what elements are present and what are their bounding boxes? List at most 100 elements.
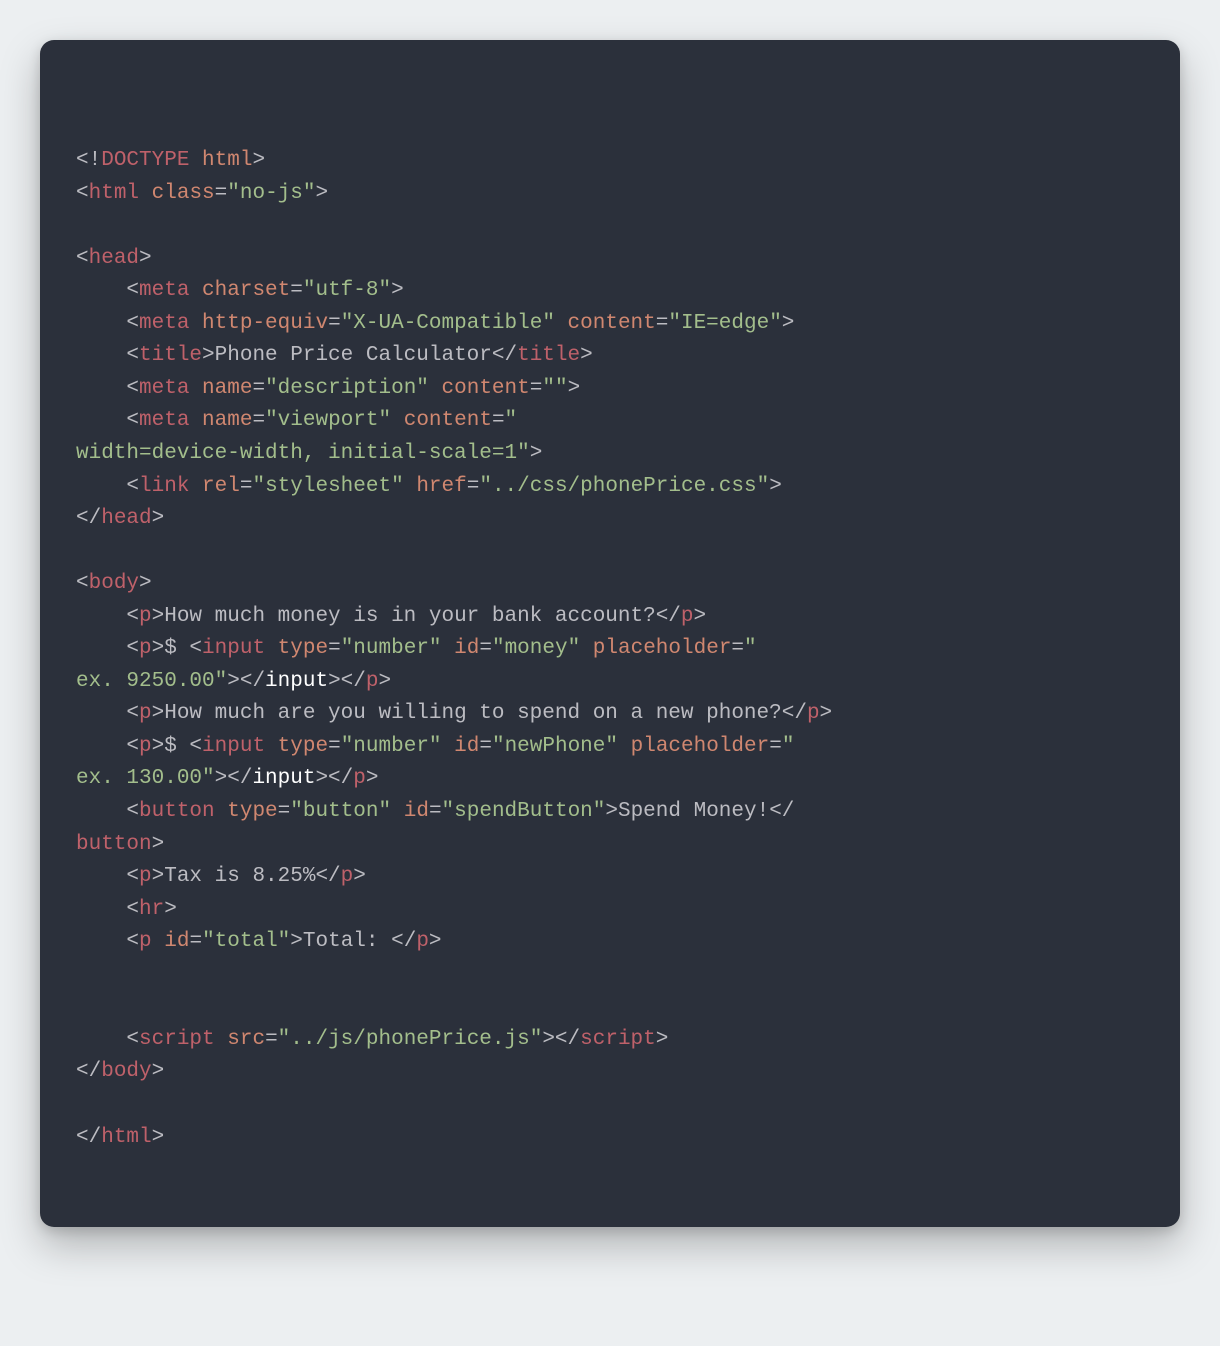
- code-token: </: [76, 507, 101, 530]
- code-token: =: [252, 377, 265, 400]
- code-token: id: [454, 637, 479, 660]
- code-token: content: [568, 312, 656, 335]
- code-token: input: [202, 637, 265, 660]
- code-token: <: [76, 898, 139, 921]
- code-token: >$ <: [152, 637, 202, 660]
- code-token: charset: [202, 279, 290, 302]
- code-token: "no-js": [227, 182, 315, 205]
- code-token: >: [694, 605, 707, 628]
- code-token: </: [76, 1060, 101, 1083]
- code-token: [189, 149, 202, 172]
- code-token: id: [404, 800, 429, 823]
- code-token: >: [656, 1028, 669, 1051]
- code-token: ></: [315, 767, 353, 790]
- code-token: >: [429, 930, 442, 953]
- code-token: <: [76, 409, 139, 432]
- code-token: <: [76, 279, 139, 302]
- code-token: "spendButton": [442, 800, 606, 823]
- code-token: =: [479, 637, 492, 660]
- code-token: placeholder: [631, 735, 770, 758]
- code-token: ></: [542, 1028, 580, 1051]
- code-token: =: [328, 637, 341, 660]
- code-token: [265, 637, 278, 660]
- code-token: [215, 1028, 228, 1051]
- code-token: p: [681, 605, 694, 628]
- code-token: >Phone Price Calculator</: [202, 344, 517, 367]
- code-token: class: [152, 182, 215, 205]
- code-token: href: [416, 475, 466, 498]
- code-token: meta: [139, 279, 189, 302]
- code-token: [442, 735, 455, 758]
- code-token: [189, 312, 202, 335]
- code-token: meta: [139, 377, 189, 400]
- code-token: =: [278, 800, 291, 823]
- code-token: [189, 409, 202, 432]
- code-token: input: [202, 735, 265, 758]
- code-token: p: [366, 670, 379, 693]
- code-token: >Tax is 8.25%</: [152, 865, 341, 888]
- code-token: =: [731, 637, 744, 660]
- code-token: >: [252, 149, 265, 172]
- code-token: p: [807, 702, 820, 725]
- code-token: =: [429, 800, 442, 823]
- code-token: <: [76, 605, 139, 628]
- code-token: >: [164, 898, 177, 921]
- code-token: p: [139, 865, 152, 888]
- code-token: "number": [341, 735, 442, 758]
- code-token: <: [76, 247, 89, 270]
- code-token: name: [202, 377, 252, 400]
- code-token: [442, 637, 455, 660]
- code-token: [391, 409, 404, 432]
- code-token: <: [76, 312, 139, 335]
- code-token: http-equiv: [202, 312, 328, 335]
- code-token: "total": [202, 930, 290, 953]
- code-token: "../js/phonePrice.js": [278, 1028, 543, 1051]
- code-token: title: [139, 344, 202, 367]
- code-token: >: [152, 1060, 165, 1083]
- code-token: "button": [290, 800, 391, 823]
- code-token: >: [139, 247, 152, 270]
- code-token: >: [152, 1126, 165, 1149]
- code-token: script: [139, 1028, 215, 1051]
- code-token: ex. 9250.00": [76, 670, 227, 693]
- code-token: >$ <: [152, 735, 202, 758]
- code-token: =: [769, 735, 782, 758]
- code-token: DOCTYPE: [101, 149, 189, 172]
- code-token: src: [227, 1028, 265, 1051]
- code-token: p: [416, 930, 429, 953]
- code-token: =: [215, 182, 228, 205]
- code-token: html: [202, 149, 252, 172]
- code-token: "newPhone": [492, 735, 618, 758]
- code-token: "": [542, 377, 567, 400]
- code-token: html: [101, 1126, 151, 1149]
- code-token: >: [820, 702, 833, 725]
- code-token: >: [139, 572, 152, 595]
- code-token: type: [227, 800, 277, 823]
- code-token: =: [530, 377, 543, 400]
- code-token: ></: [328, 670, 366, 693]
- code-token: meta: [139, 409, 189, 432]
- code-token: "../css/phonePrice.css": [479, 475, 769, 498]
- code-token: p: [139, 735, 152, 758]
- code-token: ": [505, 409, 518, 432]
- code-token: =: [252, 409, 265, 432]
- code-token: button: [76, 833, 152, 856]
- code-token: >: [315, 182, 328, 205]
- code-token: >: [782, 312, 795, 335]
- code-token: rel: [202, 475, 240, 498]
- code-token: [189, 377, 202, 400]
- code-token: "IE=edge": [668, 312, 781, 335]
- code-token: <: [76, 735, 139, 758]
- code-token: >How much money is in your bank account?…: [152, 605, 681, 628]
- code-token: p: [139, 637, 152, 660]
- code-block: <!DOCTYPE html> <html class="no-js"> <he…: [76, 145, 1144, 1154]
- code-token: =: [328, 312, 341, 335]
- code-token: =: [656, 312, 669, 335]
- code-token: >Total: </: [290, 930, 416, 953]
- code-token: title: [517, 344, 580, 367]
- code-token: >: [378, 670, 391, 693]
- code-token: ": [782, 735, 795, 758]
- code-token: <: [76, 800, 139, 823]
- code-token: <: [76, 702, 139, 725]
- code-token: =: [328, 735, 341, 758]
